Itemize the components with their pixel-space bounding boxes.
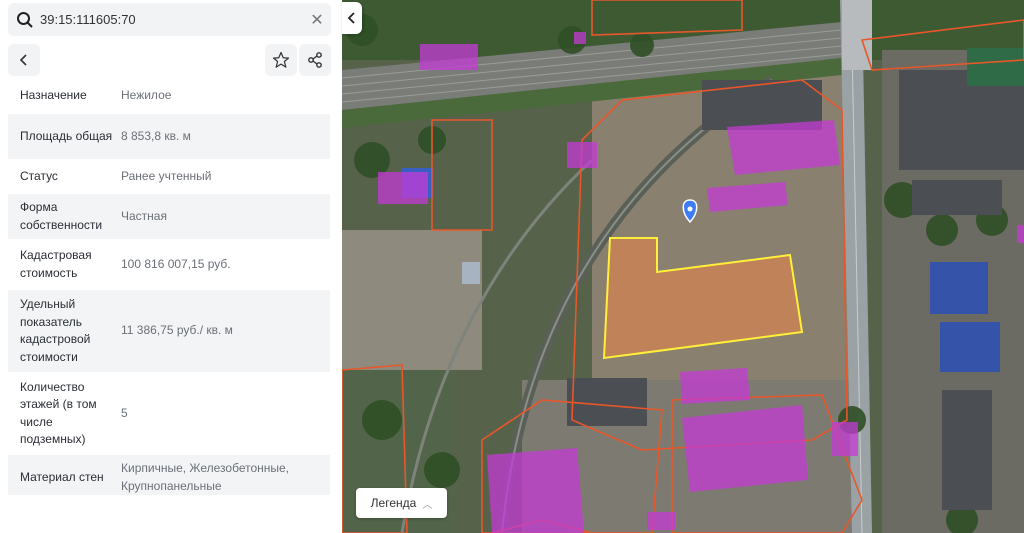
- property-label: Количество этажей (в том числе подземных…: [20, 379, 97, 447]
- properties-table: Назначение Нежилое Площадь общая 8 853,8…: [8, 78, 330, 495]
- property-label: Статус: [20, 168, 58, 183]
- search-icon[interactable]: [16, 11, 34, 29]
- search-input[interactable]: [34, 12, 303, 27]
- object-info-panel: ✕ Назначение Нежилое Площадь общая 8 853…: [0, 0, 342, 533]
- property-label: Форма собственности: [20, 200, 103, 232]
- property-row: Удельный показатель кадастровой стоимост…: [8, 290, 330, 372]
- property-value: Кирпичные, Железобетонные, Крупнопанельн…: [121, 461, 290, 493]
- property-row: Площадь общая 8 853,8 кв. м: [8, 114, 330, 159]
- chevron-up-icon: ︿: [422, 499, 433, 511]
- property-label: Площадь общая: [20, 128, 113, 143]
- property-row: Статус Ранее учтенный: [8, 159, 330, 194]
- star-icon: [272, 51, 290, 68]
- share-button[interactable]: [299, 44, 331, 76]
- property-value: Частная: [121, 208, 167, 223]
- property-row: Материал стен Кирпичные, Железобетонные,…: [8, 455, 330, 495]
- chevron-left-icon: [19, 54, 27, 66]
- map-view[interactable]: [342, 0, 1024, 533]
- property-label: Кадастровая стоимость: [20, 248, 92, 280]
- share-icon: [308, 52, 322, 68]
- collapse-panel-button[interactable]: [342, 2, 362, 34]
- property-value: 100 816 007,15 руб.: [121, 256, 231, 271]
- search-bar: ✕: [8, 3, 331, 36]
- favorite-button[interactable]: [265, 44, 297, 76]
- property-value: Ранее учтенный: [121, 168, 212, 183]
- property-label: Назначение: [20, 88, 87, 103]
- legend-label: Легенда: [370, 496, 417, 510]
- chevron-left-icon: [347, 12, 355, 24]
- property-row: Форма собственности Частная: [8, 194, 330, 239]
- property-row: Количество этажей (в том числе подземных…: [8, 372, 330, 455]
- property-value: 5: [121, 405, 128, 420]
- property-value: Нежилое: [121, 88, 172, 103]
- satellite-map[interactable]: [342, 0, 1024, 533]
- back-button[interactable]: [8, 44, 40, 76]
- close-icon[interactable]: ✕: [303, 10, 331, 30]
- property-value: 8 853,8 кв. м: [121, 128, 191, 143]
- property-row: Кадастровая стоимость 100 816 007,15 руб…: [8, 239, 330, 290]
- property-label: Удельный показатель кадастровой стоимост…: [20, 297, 91, 364]
- property-value: 11 386,75 руб./ кв. м: [121, 323, 233, 338]
- legend-button[interactable]: Легенда ︿: [356, 488, 447, 518]
- property-label: Материал стен: [20, 469, 104, 484]
- property-row: Назначение Нежилое: [8, 78, 330, 114]
